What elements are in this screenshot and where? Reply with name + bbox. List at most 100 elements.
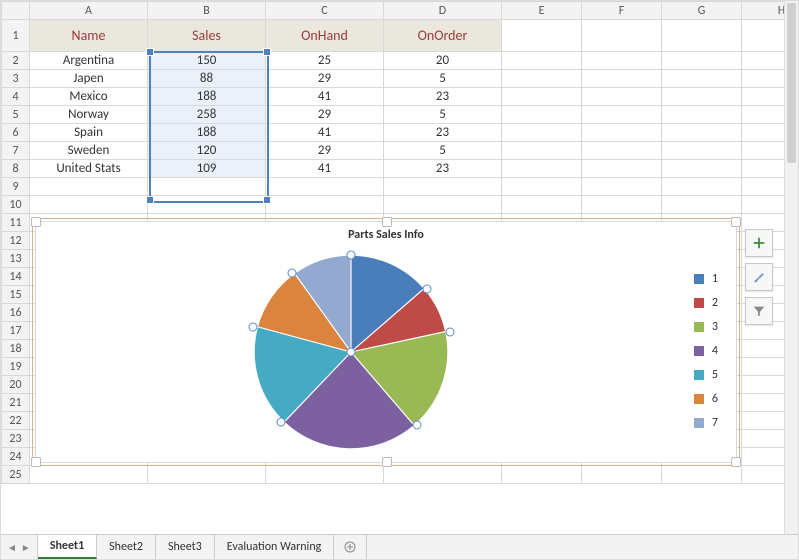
cell[interactable]: 23 <box>384 160 502 178</box>
cell[interactable] <box>582 196 662 214</box>
legend-item[interactable]: 1 <box>694 272 718 286</box>
row-header[interactable]: 8 <box>2 160 30 178</box>
cell[interactable] <box>30 196 148 214</box>
legend-item[interactable]: 5 <box>694 368 718 382</box>
row-header[interactable]: 19 <box>2 358 30 376</box>
col-header-D[interactable]: D <box>384 2 502 20</box>
chart-handle[interactable] <box>382 457 392 467</box>
row-header[interactable]: 12 <box>2 232 30 250</box>
cell[interactable] <box>384 178 502 196</box>
cell[interactable]: 258 <box>148 106 266 124</box>
row-header[interactable]: 2 <box>2 52 30 70</box>
row-header[interactable]: 25 <box>2 466 30 484</box>
cell[interactable] <box>662 88 742 106</box>
row-header[interactable]: 14 <box>2 268 30 286</box>
cell[interactable] <box>582 178 662 196</box>
cell[interactable]: 23 <box>384 88 502 106</box>
cell[interactable] <box>662 142 742 160</box>
cell[interactable] <box>582 88 662 106</box>
cell[interactable] <box>582 160 662 178</box>
cell[interactable] <box>266 466 384 484</box>
embedded-chart[interactable]: Parts Sales Info 1234567 <box>35 221 737 463</box>
add-sheet-button[interactable] <box>334 535 367 559</box>
chart-handle[interactable] <box>731 457 741 467</box>
cell[interactable]: 88 <box>148 70 266 88</box>
col-header-C[interactable]: C <box>266 2 384 20</box>
pie-series-handle[interactable] <box>288 269 297 278</box>
scroll-thumb[interactable] <box>787 3 796 163</box>
cell[interactable] <box>662 52 742 70</box>
row-header[interactable]: 24 <box>2 448 30 466</box>
cell[interactable] <box>582 124 662 142</box>
pie-series-handle[interactable] <box>347 251 356 260</box>
cell[interactable]: United Stats <box>30 160 148 178</box>
col-header-E[interactable]: E <box>502 2 582 20</box>
cell[interactable]: Sweden <box>30 142 148 160</box>
cell[interactable] <box>502 124 582 142</box>
legend-item[interactable]: 6 <box>694 392 718 406</box>
chart-handle[interactable] <box>731 217 741 227</box>
cell[interactable] <box>662 160 742 178</box>
tab-next-icon[interactable]: ► <box>21 541 31 554</box>
cell[interactable] <box>502 178 582 196</box>
cell[interactable] <box>662 466 742 484</box>
cell[interactable]: 109 <box>148 160 266 178</box>
cell[interactable]: 25 <box>266 52 384 70</box>
cell[interactable]: Spain <box>30 124 148 142</box>
cell[interactable] <box>30 178 148 196</box>
row-header[interactable]: 6 <box>2 124 30 142</box>
cell[interactable] <box>266 196 384 214</box>
cell[interactable] <box>582 466 662 484</box>
pie-series-handle[interactable] <box>423 284 432 293</box>
cell[interactable]: 23 <box>384 124 502 142</box>
column-headers[interactable]: A B C D E F G H <box>2 2 799 20</box>
row-header[interactable]: 20 <box>2 376 30 394</box>
cell[interactable] <box>662 124 742 142</box>
chart-handle[interactable] <box>31 217 41 227</box>
row-header[interactable]: 10 <box>2 196 30 214</box>
cell[interactable]: 41 <box>266 88 384 106</box>
chart-styles-button[interactable] <box>745 263 773 291</box>
cell[interactable] <box>582 20 662 52</box>
col-header-G[interactable]: G <box>662 2 742 20</box>
cell[interactable]: 20 <box>384 52 502 70</box>
cell[interactable] <box>148 466 266 484</box>
row-header[interactable]: 4 <box>2 88 30 106</box>
row-header[interactable]: 15 <box>2 286 30 304</box>
row-header[interactable]: 22 <box>2 412 30 430</box>
cell[interactable]: 120 <box>148 142 266 160</box>
cell[interactable] <box>502 142 582 160</box>
row-header[interactable]: 13 <box>2 250 30 268</box>
cell[interactable] <box>582 70 662 88</box>
col-header-B[interactable]: B <box>148 2 266 20</box>
cell[interactable] <box>148 196 266 214</box>
chart-handle[interactable] <box>382 217 392 227</box>
chart-elements-button[interactable] <box>745 229 773 257</box>
cell[interactable] <box>582 106 662 124</box>
col-header-F[interactable]: F <box>582 2 662 20</box>
row-header[interactable]: 18 <box>2 340 30 358</box>
cell[interactable] <box>148 178 266 196</box>
chart-title[interactable]: Parts Sales Info <box>36 228 736 242</box>
row-header[interactable]: 3 <box>2 70 30 88</box>
cell[interactable]: 29 <box>266 142 384 160</box>
row-header[interactable]: 11 <box>2 214 30 232</box>
cell[interactable]: Mexico <box>30 88 148 106</box>
legend-item[interactable]: 2 <box>694 296 718 310</box>
select-all-corner[interactable] <box>2 2 30 20</box>
cell[interactable]: 150 <box>148 52 266 70</box>
cell[interactable]: 5 <box>384 106 502 124</box>
row-header[interactable]: 17 <box>2 322 30 340</box>
pie-plot-area[interactable] <box>236 242 466 462</box>
cell[interactable] <box>582 142 662 160</box>
cell[interactable] <box>662 106 742 124</box>
cell[interactable] <box>582 52 662 70</box>
cell[interactable] <box>384 466 502 484</box>
cell[interactable]: 41 <box>266 124 384 142</box>
col-header-A[interactable]: A <box>30 2 148 20</box>
cell[interactable]: 5 <box>384 70 502 88</box>
cell[interactable] <box>502 70 582 88</box>
cell[interactable] <box>502 20 582 52</box>
cell[interactable]: Name <box>30 20 148 52</box>
cell[interactable]: 29 <box>266 70 384 88</box>
